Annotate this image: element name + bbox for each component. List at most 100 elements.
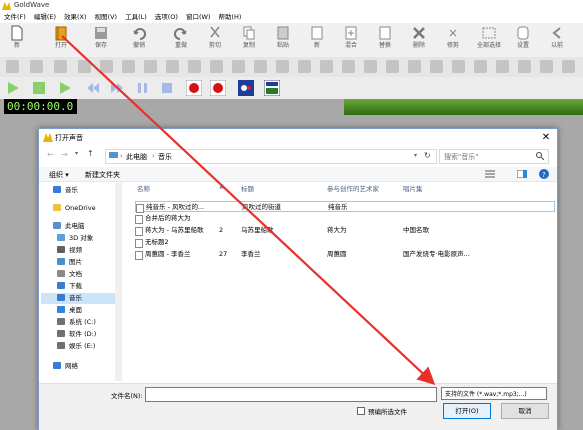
effect-icon[interactable]: [430, 60, 443, 73]
up-icon[interactable]: ↑: [87, 149, 94, 158]
preview-checkbox[interactable]: 预编所选文件: [357, 406, 407, 416]
column-track-number[interactable]: #: [219, 183, 224, 191]
filename-input[interactable]: [145, 387, 437, 402]
effect-icon[interactable]: [6, 60, 19, 73]
table-row[interactable]: 蒋大为 - 乌苏里船歌 2 乌苏里船歌 蒋大为 中国名歌: [135, 225, 555, 236]
rewind-icon[interactable]: [86, 81, 100, 95]
stop-icon[interactable]: [160, 81, 174, 95]
cancel-button[interactable]: 取消: [501, 403, 549, 419]
nav-this-pc[interactable]: 此电脑: [53, 221, 85, 232]
search-input[interactable]: 搜索"音乐": [439, 149, 549, 164]
effect-icon[interactable]: [30, 60, 43, 73]
column-album[interactable]: 唱片集: [403, 183, 423, 193]
menu-edit[interactable]: 编辑(E): [30, 12, 60, 23]
new-folder-button[interactable]: 新建文件夹: [85, 170, 120, 180]
effect-icon[interactable]: [78, 60, 91, 73]
nav-scrollbar[interactable]: [115, 183, 121, 381]
preview-pane-icon[interactable]: [517, 170, 527, 178]
nav-drive-c[interactable]: 系统 (C:): [57, 317, 96, 328]
effect-icon[interactable]: [166, 60, 179, 73]
set-button[interactable]: 设置: [508, 25, 538, 55]
play-view-icon[interactable]: [58, 81, 72, 95]
effect-icon[interactable]: [540, 60, 553, 73]
trim-button[interactable]: 修剪: [438, 25, 468, 55]
delete-button[interactable]: 删除: [404, 25, 434, 55]
effect-icon[interactable]: [122, 60, 135, 73]
effect-icon[interactable]: [496, 60, 509, 73]
pause-icon[interactable]: [136, 81, 150, 95]
open-button[interactable]: 打开(O): [443, 403, 491, 419]
redo-button[interactable]: 重做: [166, 25, 196, 55]
menu-help[interactable]: 帮助(H): [214, 12, 245, 23]
nav-pictures[interactable]: 图片: [57, 257, 82, 268]
table-row[interactable]: 无标题2: [135, 237, 555, 248]
effect-icon[interactable]: [562, 60, 575, 73]
effect-icon[interactable]: [386, 60, 399, 73]
open-button[interactable]: 打开: [46, 25, 76, 55]
effect-icon[interactable]: [518, 60, 531, 73]
menu-file[interactable]: 文件(F): [0, 12, 30, 23]
back-icon[interactable]: ←: [47, 150, 54, 159]
breadcrumb-this-pc[interactable]: 此电脑: [126, 152, 147, 162]
effect-icon[interactable]: [342, 60, 355, 73]
effect-icon[interactable]: [452, 60, 465, 73]
nav-drive-e[interactable]: 娱乐 (E:): [57, 341, 95, 352]
paste-new-button[interactable]: 新: [302, 25, 332, 55]
menu-effect[interactable]: 效果(X): [60, 12, 91, 23]
select-all-button[interactable]: 全部选择: [474, 25, 504, 55]
view-options-icon[interactable]: [485, 170, 495, 178]
visual-settings-icon[interactable]: [264, 80, 280, 96]
menu-window[interactable]: 窗口(W): [182, 12, 215, 23]
undo-button[interactable]: 撤销: [124, 25, 154, 55]
previous-button[interactable]: 以前: [542, 25, 572, 55]
effect-icon[interactable]: [320, 60, 333, 73]
table-row[interactable]: 合并后的蒋大为: [135, 213, 555, 224]
effect-icon[interactable]: [254, 60, 267, 73]
play-selection-icon[interactable]: [32, 81, 46, 95]
refresh-icon[interactable]: ↻: [424, 151, 431, 160]
replace-button[interactable]: 替换: [370, 25, 400, 55]
nav-videos[interactable]: 视频: [57, 245, 82, 256]
effect-icon[interactable]: [408, 60, 421, 73]
copy-button[interactable]: 复制: [234, 25, 264, 55]
breadcrumb[interactable]: › 此电脑 › 音乐 ▾ ↻: [105, 149, 437, 164]
control-properties-icon[interactable]: [238, 80, 254, 96]
nav-onedrive[interactable]: OneDrive: [53, 203, 96, 214]
effect-icon[interactable]: [276, 60, 289, 73]
effect-icon[interactable]: [364, 60, 377, 73]
paste-button[interactable]: 粘贴: [268, 25, 298, 55]
effect-icon[interactable]: [100, 60, 113, 73]
close-icon[interactable]: ✕: [539, 131, 553, 145]
menu-tools[interactable]: 工具(L): [121, 12, 151, 23]
menu-view[interactable]: 视图(V): [91, 12, 122, 23]
play-icon[interactable]: [6, 81, 20, 95]
effect-icon[interactable]: [474, 60, 487, 73]
table-row[interactable]: 周蕙圆 - 李香兰 27 李香兰 周蕙圆 国产发烧专·电影原声...: [135, 249, 555, 260]
chevron-down-icon[interactable]: ▾: [414, 152, 417, 159]
column-name[interactable]: 名称: [137, 183, 150, 193]
organize-button[interactable]: 组织 ▾: [49, 170, 69, 180]
nav-drive-d[interactable]: 软件 (D:): [57, 329, 96, 340]
table-row[interactable]: 纯音乐 - 风吹过的... 风吹过的街道 纯音乐: [135, 201, 555, 213]
nav-documents[interactable]: 文档: [57, 269, 82, 280]
column-title[interactable]: 标题: [241, 183, 254, 193]
effect-icon[interactable]: [298, 60, 311, 73]
nav-3d-objects[interactable]: 3D 对象: [57, 233, 93, 244]
effect-icon[interactable]: [210, 60, 223, 73]
column-artist[interactable]: 参与创作的艺术家: [327, 183, 379, 193]
record-icon[interactable]: [186, 80, 202, 96]
record-selection-icon[interactable]: [210, 80, 226, 96]
nav-music-selected[interactable]: 音乐: [41, 293, 115, 304]
effect-icon[interactable]: [54, 60, 67, 73]
nav-network[interactable]: 网络: [53, 361, 78, 372]
cut-button[interactable]: 剪切: [200, 25, 230, 55]
forward-icon[interactable]: →: [61, 150, 68, 159]
breadcrumb-music[interactable]: 音乐: [158, 152, 172, 162]
effect-icon[interactable]: [188, 60, 201, 73]
filetype-select[interactable]: 支持的文件 (*.wav;*.mp3;...): [441, 387, 547, 400]
help-icon[interactable]: ?: [539, 169, 549, 179]
nav-desktop[interactable]: 桌面: [57, 305, 82, 316]
menu-options[interactable]: 选项(O): [151, 12, 182, 23]
effect-icon[interactable]: [232, 60, 245, 73]
recent-dropdown-icon[interactable]: ▾: [75, 150, 78, 157]
